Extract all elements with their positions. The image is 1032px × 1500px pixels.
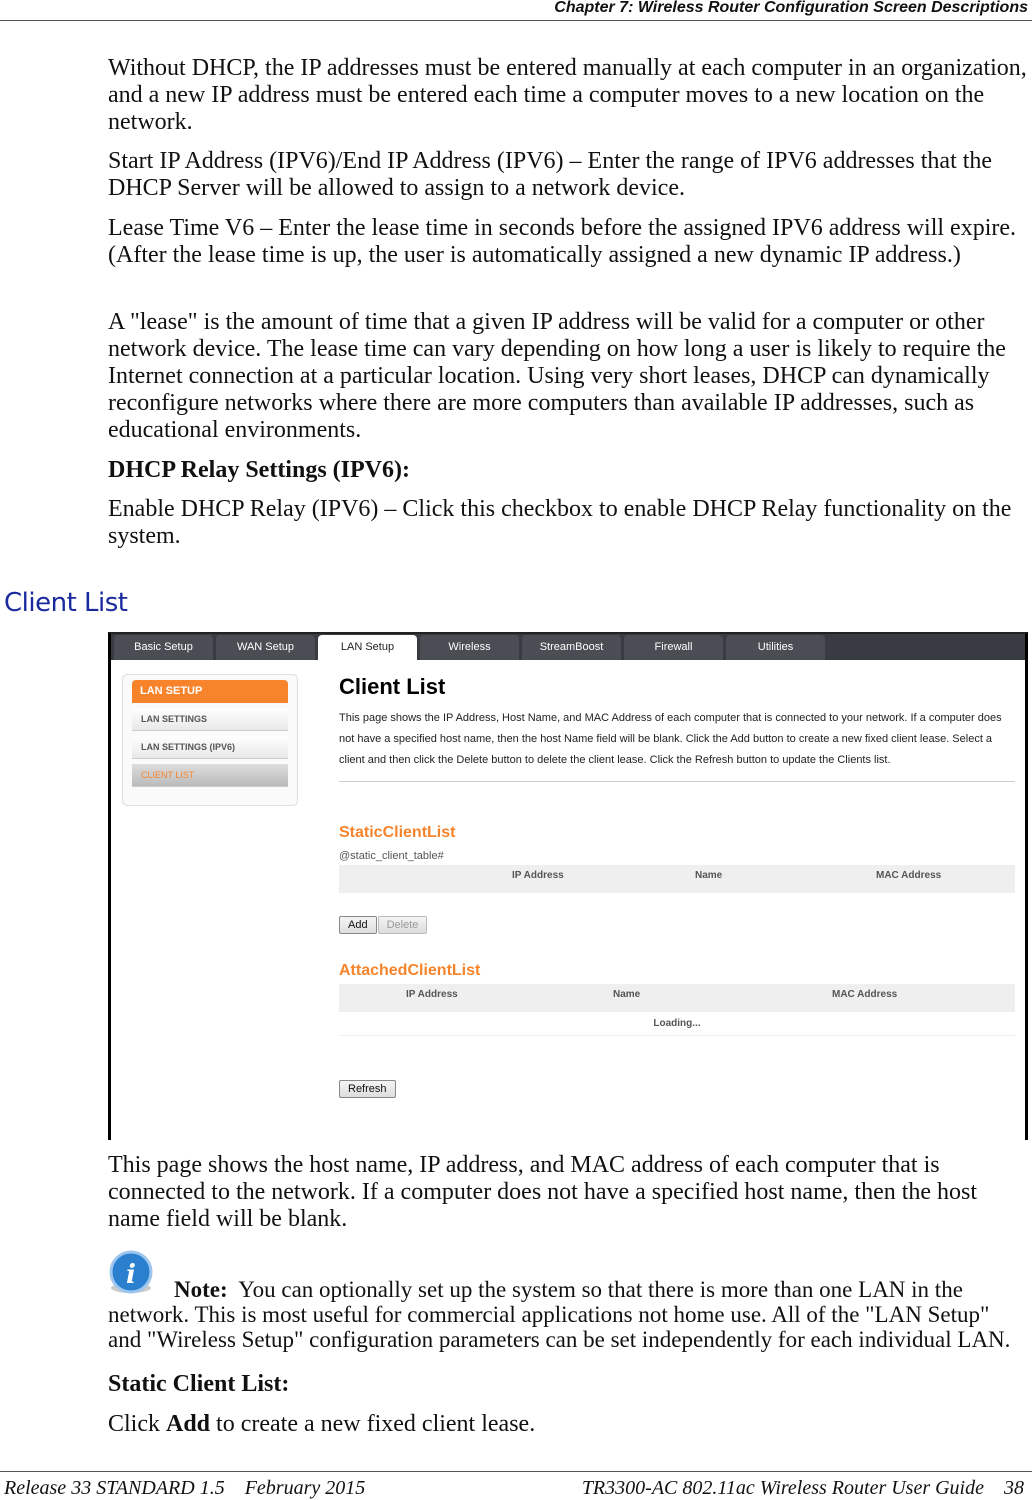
main-content: Client List This page shows the IP Addre… (339, 674, 1015, 1098)
bold-text: Add (166, 1411, 211, 1437)
page-description: This page shows the IP Address, Host Nam… (339, 708, 1015, 782)
static-text: Click Add to create a new fixed client l… (108, 1411, 1028, 1438)
tab-bar: Basic Setup WAN Setup LAN Setup Wireless… (111, 634, 1025, 660)
col-mac: MAC Address (832, 989, 898, 1000)
sidebar-title: LAN SETUP (132, 680, 288, 703)
paragraph: A "lease" is the amount of time that a g… (108, 309, 1006, 443)
tab-wireless[interactable]: Wireless (420, 635, 519, 660)
page-title: Client List (339, 674, 446, 699)
tab-lan-setup[interactable]: LAN Setup (318, 635, 417, 660)
col-mac: MAC Address (876, 870, 942, 881)
attached-list-title: AttachedClientList (339, 962, 481, 979)
relay-text: Enable DHCP Relay (IPV6) – Click this ch… (108, 496, 1012, 549)
tab-wan-setup[interactable]: WAN Setup (216, 635, 315, 660)
router-screenshot: Basic Setup WAN Setup LAN Setup Wireless… (108, 632, 1028, 1140)
col-name: Name (613, 989, 641, 1000)
delete-button[interactable]: Delete (377, 916, 428, 934)
col-name: Name (695, 870, 723, 881)
note-label: Note: (174, 1277, 228, 1302)
after-paragraph: This page shows the host name, IP addres… (108, 1152, 978, 1232)
static-list-title: StaticClientList (339, 824, 456, 841)
relay-heading: DHCP Relay Settings (IPV6): (108, 457, 410, 483)
sidebar-item-lan-settings[interactable]: LAN SETTINGS (132, 708, 288, 731)
tab-utilities[interactable]: Utilities (726, 635, 825, 660)
section-title: Client List (4, 588, 128, 618)
text: Click (108, 1411, 166, 1437)
sidebar-item-client-list[interactable]: CLIENT LIST (132, 764, 288, 787)
col-ip: IP Address (512, 870, 564, 881)
static-table-placeholder: @static_client_table# (339, 850, 444, 862)
tab-basic-setup[interactable]: Basic Setup (114, 635, 213, 660)
text: to create a new fixed client lease. (210, 1411, 536, 1437)
sidebar: LAN SETUP LAN SETTINGS LAN SETTINGS (IPV… (122, 674, 298, 806)
footer-right: TR3300-AC 802.11ac Wireless Router User … (581, 1477, 1024, 1499)
paragraph: Lease Time V6 – Enter the lease time in … (108, 215, 1017, 268)
loading-text: Loading... (339, 1012, 1015, 1036)
add-button[interactable]: Add (339, 916, 377, 934)
static-table-header: IP Address Name MAC Address (339, 865, 1015, 893)
sidebar-item-lan-settings-ipv6[interactable]: LAN SETTINGS (IPV6) (132, 736, 288, 759)
note-text: You can optionally set up the system so … (108, 1277, 1011, 1352)
refresh-button[interactable]: Refresh (339, 1080, 396, 1098)
col-ip: IP Address (406, 989, 458, 1000)
paragraph: Without DHCP, the IP addresses must be e… (108, 55, 1027, 135)
tab-firewall[interactable]: Firewall (624, 635, 723, 660)
tab-streamboost[interactable]: StreamBoost (522, 635, 621, 660)
static-heading: Static Client List: (108, 1371, 290, 1397)
paragraph: Start IP Address (IPV6)/End IP Address (… (108, 148, 993, 201)
page-footer: Release 33 STANDARD 1.5 February 2015 TR… (0, 1471, 1032, 1500)
note: Note: You can optionally set up the syst… (108, 1277, 1028, 1352)
attached-table-header: IP Address Name MAC Address (339, 984, 1015, 1012)
footer-left: Release 33 STANDARD 1.5 February 2015 (4, 1477, 366, 1499)
page-header: Chapter 7: Wireless Router Configuration… (0, 0, 1032, 21)
